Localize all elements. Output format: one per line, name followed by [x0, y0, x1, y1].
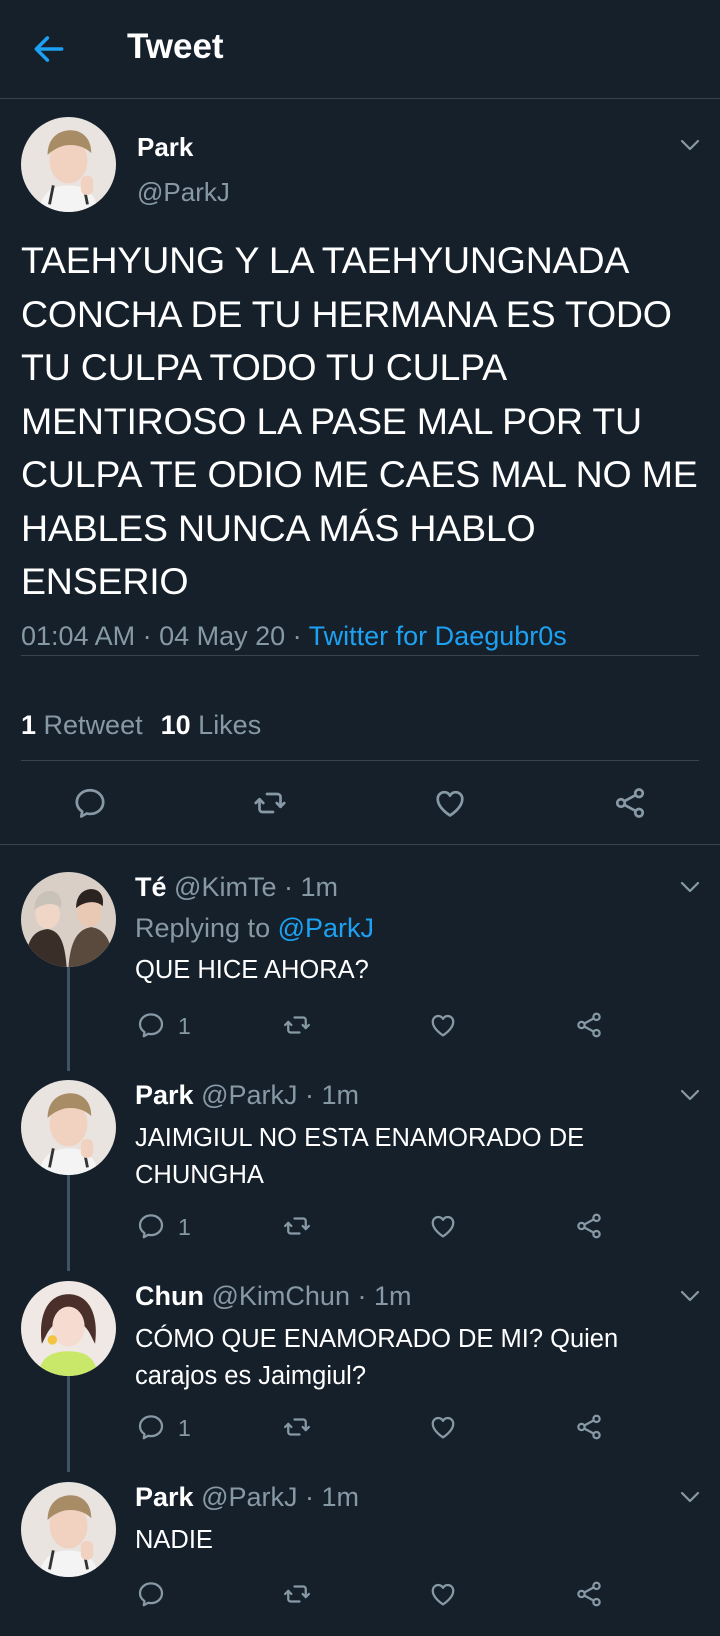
chevron-down-icon[interactable]	[679, 138, 701, 152]
reply-text: QUE HICE AHORA?	[135, 956, 369, 984]
avatar[interactable]	[21, 1080, 116, 1175]
author-name[interactable]: Té	[135, 872, 167, 902]
reply-header: Té @KimTe · 1m	[135, 872, 338, 903]
reply-text: CÓMO QUE ENAMORADO DE MI? Quien carajos …	[135, 1325, 619, 1390]
retweet-label[interactable]: Retweet	[44, 710, 143, 740]
heart-icon[interactable]	[432, 785, 468, 821]
retweet-icon[interactable]	[282, 1579, 312, 1609]
replying-to: Replying to @ParkJ	[135, 913, 374, 944]
chevron-down-icon[interactable]	[679, 1289, 701, 1303]
user-photo-icon	[21, 1080, 116, 1175]
author-handle[interactable]: @KimChun	[212, 1281, 350, 1311]
reply-count: 1	[178, 1013, 191, 1039]
share-icon[interactable]	[612, 785, 648, 821]
reply-time: · 1m	[297, 1482, 360, 1512]
reply-time: · 1m	[349, 1281, 412, 1311]
avatar[interactable]	[21, 1281, 116, 1376]
replying-to-link[interactable]: @ParkJ	[278, 913, 374, 943]
replying-to-prefix: Replying to	[135, 913, 278, 943]
reply-actions	[0, 1574, 720, 1614]
author-handle[interactable]: @ParkJ	[201, 1080, 297, 1110]
author-name[interactable]: Park	[137, 132, 193, 163]
reply-header: Park @ParkJ · 1m	[135, 1482, 359, 1513]
reply-tweet[interactable]: Park @ParkJ · 1m JAIMGIUL NO ESTA ENAMOR…	[0, 1060, 720, 1260]
reply-tweet[interactable]: Chun @KimChun · 1m CÓMO QUE ENAMORADO DE…	[0, 1261, 720, 1461]
retweet-icon[interactable]	[282, 1010, 312, 1040]
author-name[interactable]: Chun	[135, 1281, 204, 1311]
avatar[interactable]	[21, 872, 116, 967]
reply-time: · 1m	[297, 1080, 360, 1110]
like-label[interactable]: Likes	[198, 710, 261, 740]
arrow-left-icon[interactable]	[30, 30, 68, 68]
reply-icon[interactable]	[136, 1412, 166, 1442]
share-icon[interactable]	[574, 1010, 604, 1040]
top-bar: Tweet	[0, 0, 720, 99]
reply-icon[interactable]	[136, 1010, 166, 1040]
chevron-down-icon[interactable]	[679, 1490, 701, 1504]
reply-count: 1	[178, 1415, 191, 1441]
user-photo-icon	[21, 1482, 116, 1577]
reply-time: · 1m	[276, 872, 338, 902]
tweet-actions	[0, 761, 720, 845]
tweet-timestamp: 01:04 AM · 04 May 20 ·	[21, 621, 309, 651]
tweet-meta: 01:04 AM · 04 May 20 · Twitter for Daegu…	[21, 621, 567, 652]
tweet-stats: 1 Retweet 10 Likes	[21, 710, 261, 741]
reply-count: 1	[178, 1214, 191, 1240]
reply-header: Chun @KimChun · 1m	[135, 1281, 411, 1312]
reply-icon[interactable]	[72, 785, 108, 821]
heart-icon[interactable]	[428, 1579, 458, 1609]
reply-actions: 1	[0, 1005, 720, 1045]
retweet-icon[interactable]	[282, 1211, 312, 1241]
chevron-down-icon[interactable]	[679, 1088, 701, 1102]
reply-actions: 1	[0, 1407, 720, 1447]
user-photo-icon	[21, 117, 116, 212]
reply-tweet[interactable]: Park @ParkJ · 1m NADIE	[0, 1462, 720, 1636]
retweet-count[interactable]: 1	[21, 710, 36, 740]
page-title: Tweet	[127, 27, 224, 66]
avatar[interactable]	[21, 1482, 116, 1577]
author-handle[interactable]: @ParkJ	[137, 177, 230, 208]
heart-icon[interactable]	[428, 1010, 458, 1040]
retweet-icon[interactable]	[252, 785, 288, 821]
reply-icon[interactable]	[136, 1579, 166, 1609]
author-handle[interactable]: @KimTe	[174, 872, 276, 902]
tweet-text: TAEHYUNG Y LA TAEHYUNGNADA CONCHA DE TU …	[21, 239, 698, 602]
heart-icon[interactable]	[428, 1211, 458, 1241]
share-icon[interactable]	[574, 1412, 604, 1442]
chevron-down-icon[interactable]	[679, 880, 701, 894]
reply-text: JAIMGIUL NO ESTA ENAMORADO DE CHUNGHA	[135, 1124, 585, 1189]
reply-actions: 1	[0, 1206, 720, 1246]
reply-header: Park @ParkJ · 1m	[135, 1080, 359, 1111]
heart-icon[interactable]	[428, 1412, 458, 1442]
tweet-source-link[interactable]: Twitter for Daegubr0s	[309, 621, 567, 651]
reply-text: NADIE	[135, 1526, 213, 1554]
user-photo-icon	[21, 1281, 116, 1376]
like-count[interactable]: 10	[161, 710, 191, 740]
share-icon[interactable]	[574, 1211, 604, 1241]
author-handle[interactable]: @ParkJ	[201, 1482, 297, 1512]
divider	[21, 655, 699, 656]
user-photo-icon	[21, 872, 116, 967]
avatar[interactable]	[21, 117, 116, 212]
author-name[interactable]: Park	[135, 1482, 194, 1512]
retweet-icon[interactable]	[282, 1412, 312, 1442]
reply-icon[interactable]	[136, 1211, 166, 1241]
share-icon[interactable]	[574, 1579, 604, 1609]
author-name[interactable]: Park	[135, 1080, 194, 1110]
reply-tweet[interactable]: Té @KimTe · 1m Replying to @ParkJ QUE HI…	[0, 852, 720, 1057]
